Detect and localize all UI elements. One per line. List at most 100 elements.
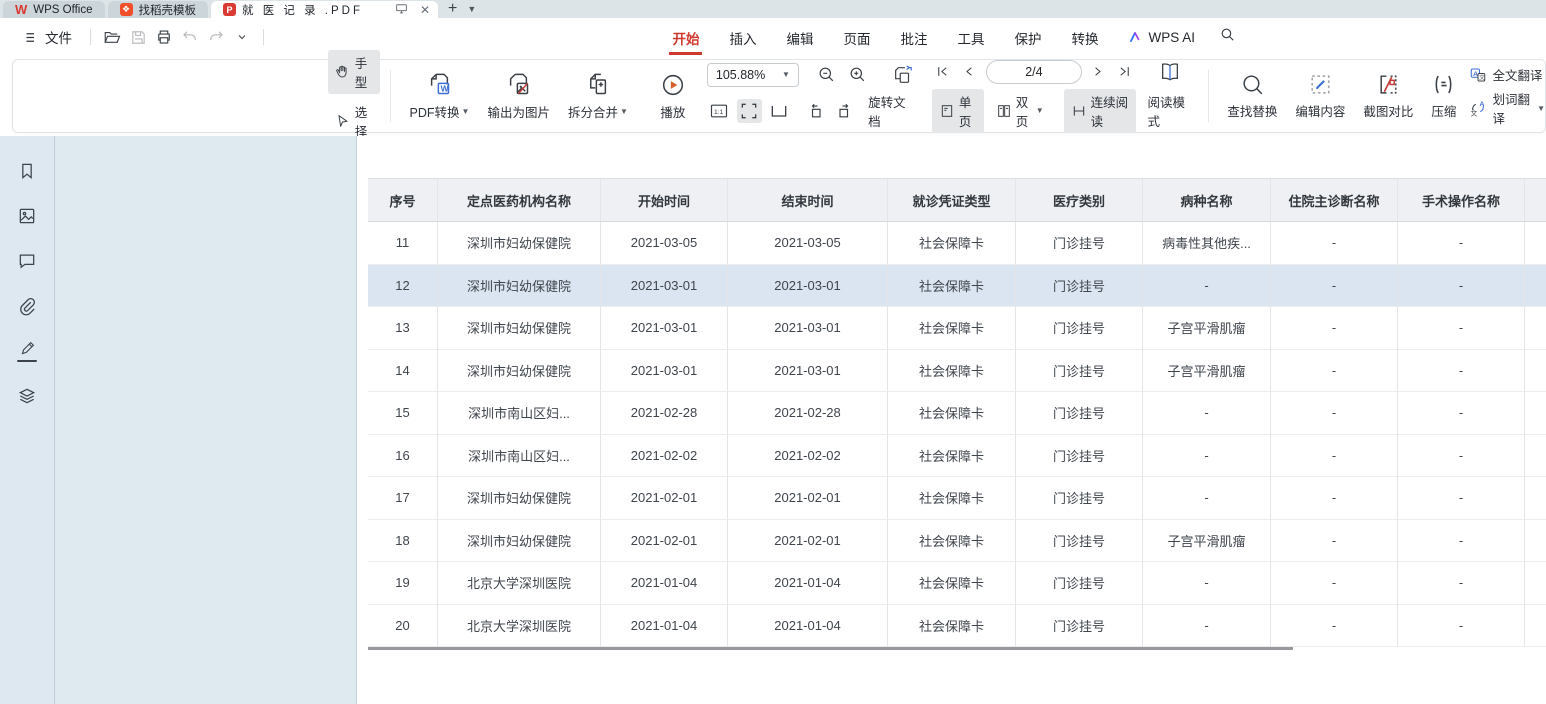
double-page-button[interactable]: 双页 ▼ (989, 89, 1051, 133)
zoom-level-select[interactable]: 105.88% ▼ (707, 63, 799, 87)
continuous-reading-label: 连续阅读 (1091, 92, 1130, 130)
single-page-button[interactable]: 单页 (932, 89, 984, 133)
split-merge-button[interactable]: 拆分合并▼ (559, 71, 637, 121)
table-cell: 子宫平滑肌瘤 (1143, 307, 1271, 350)
table-cell: - (1398, 562, 1525, 605)
first-page-button[interactable] (932, 61, 954, 83)
screenshot-compare-button[interactable]: 截图对比 (1354, 72, 1422, 120)
single-page-label: 单页 (959, 92, 977, 130)
comment-panel-button[interactable] (14, 248, 40, 274)
tab-pdf-document[interactable]: P 就 医 记 录 .PDF ✕ (211, 1, 438, 18)
table-cell-clipped (1525, 392, 1546, 435)
table-cell: 子宫平滑肌瘤 (1143, 520, 1271, 563)
table-cell: 2021-02-02 (601, 435, 728, 478)
book-icon (1159, 61, 1181, 83)
table-cell: 门诊挂号 (1016, 477, 1143, 520)
file-menu-label: 文件 (45, 27, 72, 47)
thumbnail-panel-button[interactable] (14, 203, 40, 229)
tab-wps-office[interactable]: W WPS Office (3, 1, 105, 18)
zoom-out-button[interactable] (814, 63, 840, 87)
menu-search-button[interactable] (1209, 26, 1246, 48)
read-mode-button-icon[interactable] (1157, 60, 1183, 84)
wps-ai-button[interactable]: WPS AI (1113, 30, 1209, 45)
table-cell: - (1398, 435, 1525, 478)
one-to-one-icon: 1:1 (709, 101, 729, 121)
rotate-document-label[interactable]: 旋转文档 (868, 92, 916, 130)
export-as-image-button[interactable]: 输出为图片 (478, 71, 559, 121)
tab-docer-templates[interactable]: ❖ 找稻壳模板 (108, 1, 209, 18)
page-number-input[interactable]: 2/4 (986, 60, 1082, 84)
table-cell: 深圳市南山区妇... (438, 435, 601, 478)
continuous-reading-button[interactable]: 连续阅读 (1064, 89, 1137, 133)
wps-logo-icon: W (15, 2, 27, 17)
table-cell: 20 (368, 605, 438, 648)
pdf-page: 序号定点医药机构名称开始时间结束时间就诊凭证类型医疗类别病种名称住院主诊断名称手… (357, 136, 1546, 704)
open-file-button[interactable] (99, 25, 125, 49)
print-button[interactable] (151, 25, 177, 49)
previous-page-button[interactable] (959, 61, 981, 83)
pdf-convert-button[interactable]: W PDF转换▼ (401, 71, 479, 121)
file-menu-button[interactable]: 文件 (14, 27, 82, 47)
find-replace-button[interactable]: 查找替换 (1218, 72, 1286, 120)
edit-content-button[interactable]: 编辑内容 (1286, 72, 1354, 120)
table-cell: 门诊挂号 (1016, 605, 1143, 648)
ribbon-tab-edit[interactable]: 编辑 (771, 19, 828, 55)
side-tool-strip (0, 136, 55, 704)
table-cell-clipped (1525, 562, 1546, 605)
ribbon-tab-comment[interactable]: 批注 (885, 19, 942, 55)
compress-button[interactable]: 压缩 (1422, 72, 1465, 120)
svg-text:A: A (1474, 70, 1479, 77)
actual-size-button[interactable]: 1:1 (707, 99, 732, 123)
rotate-right-button[interactable] (832, 99, 857, 123)
rotate-document-button[interactable] (890, 63, 916, 87)
layers-panel-button[interactable] (14, 383, 40, 409)
table-cell: 13 (368, 307, 438, 350)
table-cell-clipped (1525, 350, 1546, 393)
select-tool-label: 选择 (355, 102, 373, 140)
next-page-button[interactable] (1087, 61, 1109, 83)
table-cell: - (1271, 477, 1398, 520)
signature-panel-button[interactable] (14, 338, 40, 364)
full-text-translate-button[interactable]: A文 全文翻译 (1469, 65, 1545, 84)
compress-label: 压缩 (1431, 101, 1456, 120)
printer-icon (155, 28, 173, 46)
read-mode-label[interactable]: 阅读模式 (1147, 92, 1189, 130)
tab-list-chevron-icon[interactable]: ▼ (467, 4, 476, 14)
table-cell-clipped (1525, 307, 1546, 350)
table-cell: 19 (368, 562, 438, 605)
table-cell: 深圳市妇幼保健院 (438, 307, 601, 350)
fit-width-button[interactable] (767, 99, 792, 123)
table-row: 13深圳市妇幼保健院2021-03-012021-03-01社会保障卡门诊挂号子… (368, 307, 1546, 350)
hand-tool-button[interactable]: 手型 (328, 50, 380, 94)
ribbon-tab-insert[interactable]: 插入 (714, 19, 771, 55)
ribbon-tab-tools[interactable]: 工具 (942, 19, 999, 55)
new-tab-button[interactable]: + (448, 0, 457, 18)
table-cell: - (1398, 307, 1525, 350)
last-page-button[interactable] (1114, 61, 1136, 83)
zoom-in-button[interactable] (845, 63, 871, 87)
table-row: 12深圳市妇幼保健院2021-03-012021-03-01社会保障卡门诊挂号-… (368, 265, 1546, 308)
rotate-left-icon (805, 101, 825, 121)
attachment-panel-button[interactable] (14, 293, 40, 319)
fit-page-button[interactable] (737, 99, 762, 123)
save-button[interactable] (125, 25, 151, 49)
table-cell: 北京大学深圳医院 (438, 562, 601, 605)
table-cell: 门诊挂号 (1016, 520, 1143, 563)
bookmark-panel-button[interactable] (14, 158, 40, 184)
quick-access-chevron[interactable] (229, 25, 255, 49)
play-button[interactable]: 播放 (651, 72, 695, 121)
first-page-icon (935, 64, 950, 79)
tab-label: 就 医 记 录 .PDF (242, 2, 363, 18)
word-translate-button[interactable]: 文A 划词翻译 ▼ (1469, 89, 1545, 127)
table-cell: 2021-01-04 (728, 605, 888, 648)
ribbon-tab-page[interactable]: 页面 (828, 19, 885, 55)
undo-button[interactable] (177, 25, 203, 49)
active-indicator (17, 360, 37, 362)
redo-button[interactable] (203, 25, 229, 49)
rotate-left-button[interactable] (802, 99, 827, 123)
close-tab-icon[interactable]: ✕ (420, 3, 430, 17)
ribbon-tab-home[interactable]: 开始 (657, 19, 714, 55)
ribbon-tab-convert[interactable]: 转换 (1056, 19, 1113, 55)
table-row: 17深圳市妇幼保健院2021-02-012021-02-01社会保障卡门诊挂号-… (368, 477, 1546, 520)
ribbon-tab-protect[interactable]: 保护 (999, 19, 1056, 55)
